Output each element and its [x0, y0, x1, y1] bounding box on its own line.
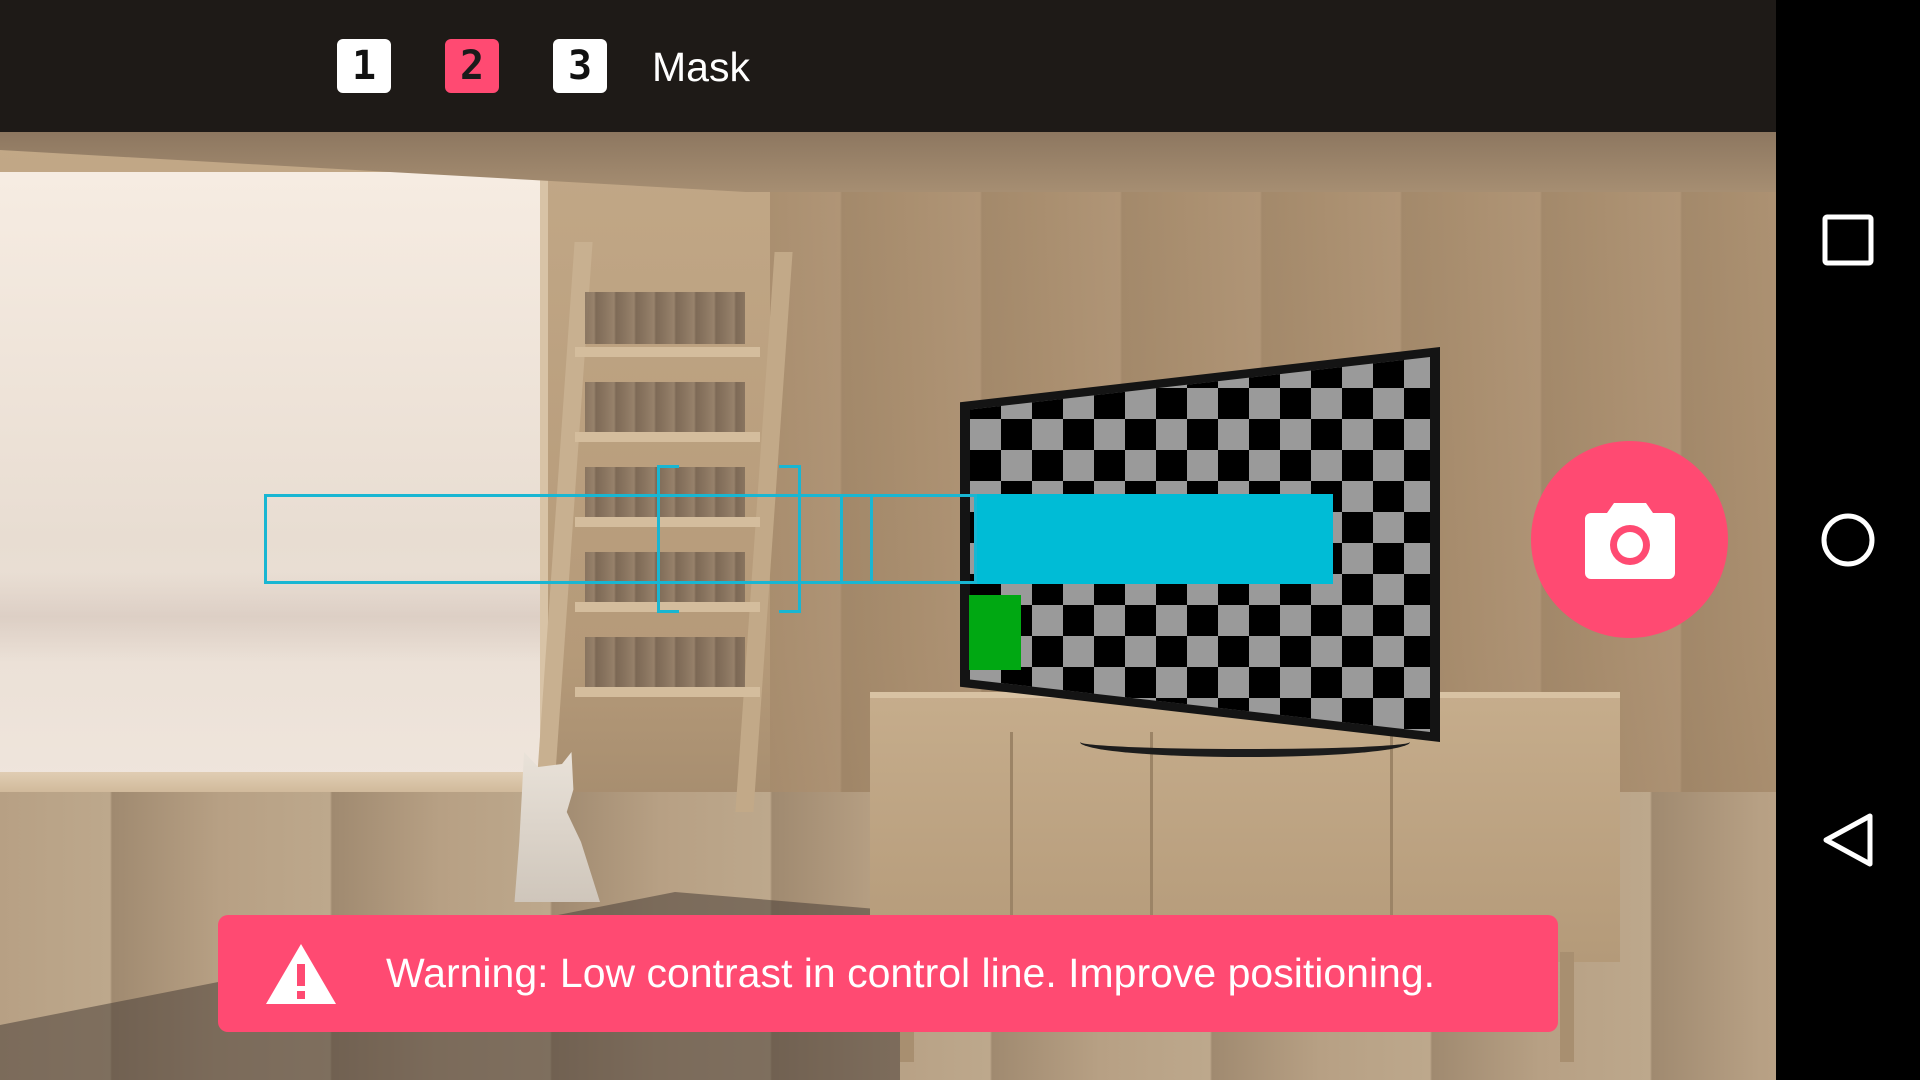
step-1-tab[interactable]: 1 [337, 39, 391, 93]
strip-handle-area [977, 494, 1333, 584]
strip-divider-line [840, 494, 843, 584]
control-marker [969, 595, 1021, 670]
mask-mode-label[interactable]: Mask [652, 40, 750, 94]
warning-text: Warning: Low contrast in control line. I… [386, 950, 1436, 996]
warning-banner: Warning: Low contrast in control line. I… [218, 915, 1558, 1032]
capture-button[interactable] [1531, 441, 1728, 638]
top-bar: 1 2 3 Mask [0, 0, 1776, 132]
step-3-tab[interactable]: 3 [553, 39, 607, 93]
home-icon[interactable] [1818, 510, 1878, 570]
window-bracket-right [779, 465, 801, 613]
recent-apps-icon[interactable] [1818, 210, 1878, 270]
step-2-tab[interactable]: 2 [445, 39, 499, 93]
back-icon[interactable] [1818, 810, 1878, 870]
window-bracket-left [657, 465, 679, 613]
strip-divider-line [870, 494, 873, 584]
camera-icon [1584, 502, 1675, 579]
system-nav-bar [1776, 0, 1920, 1080]
warning-triangle-icon [266, 944, 336, 1004]
